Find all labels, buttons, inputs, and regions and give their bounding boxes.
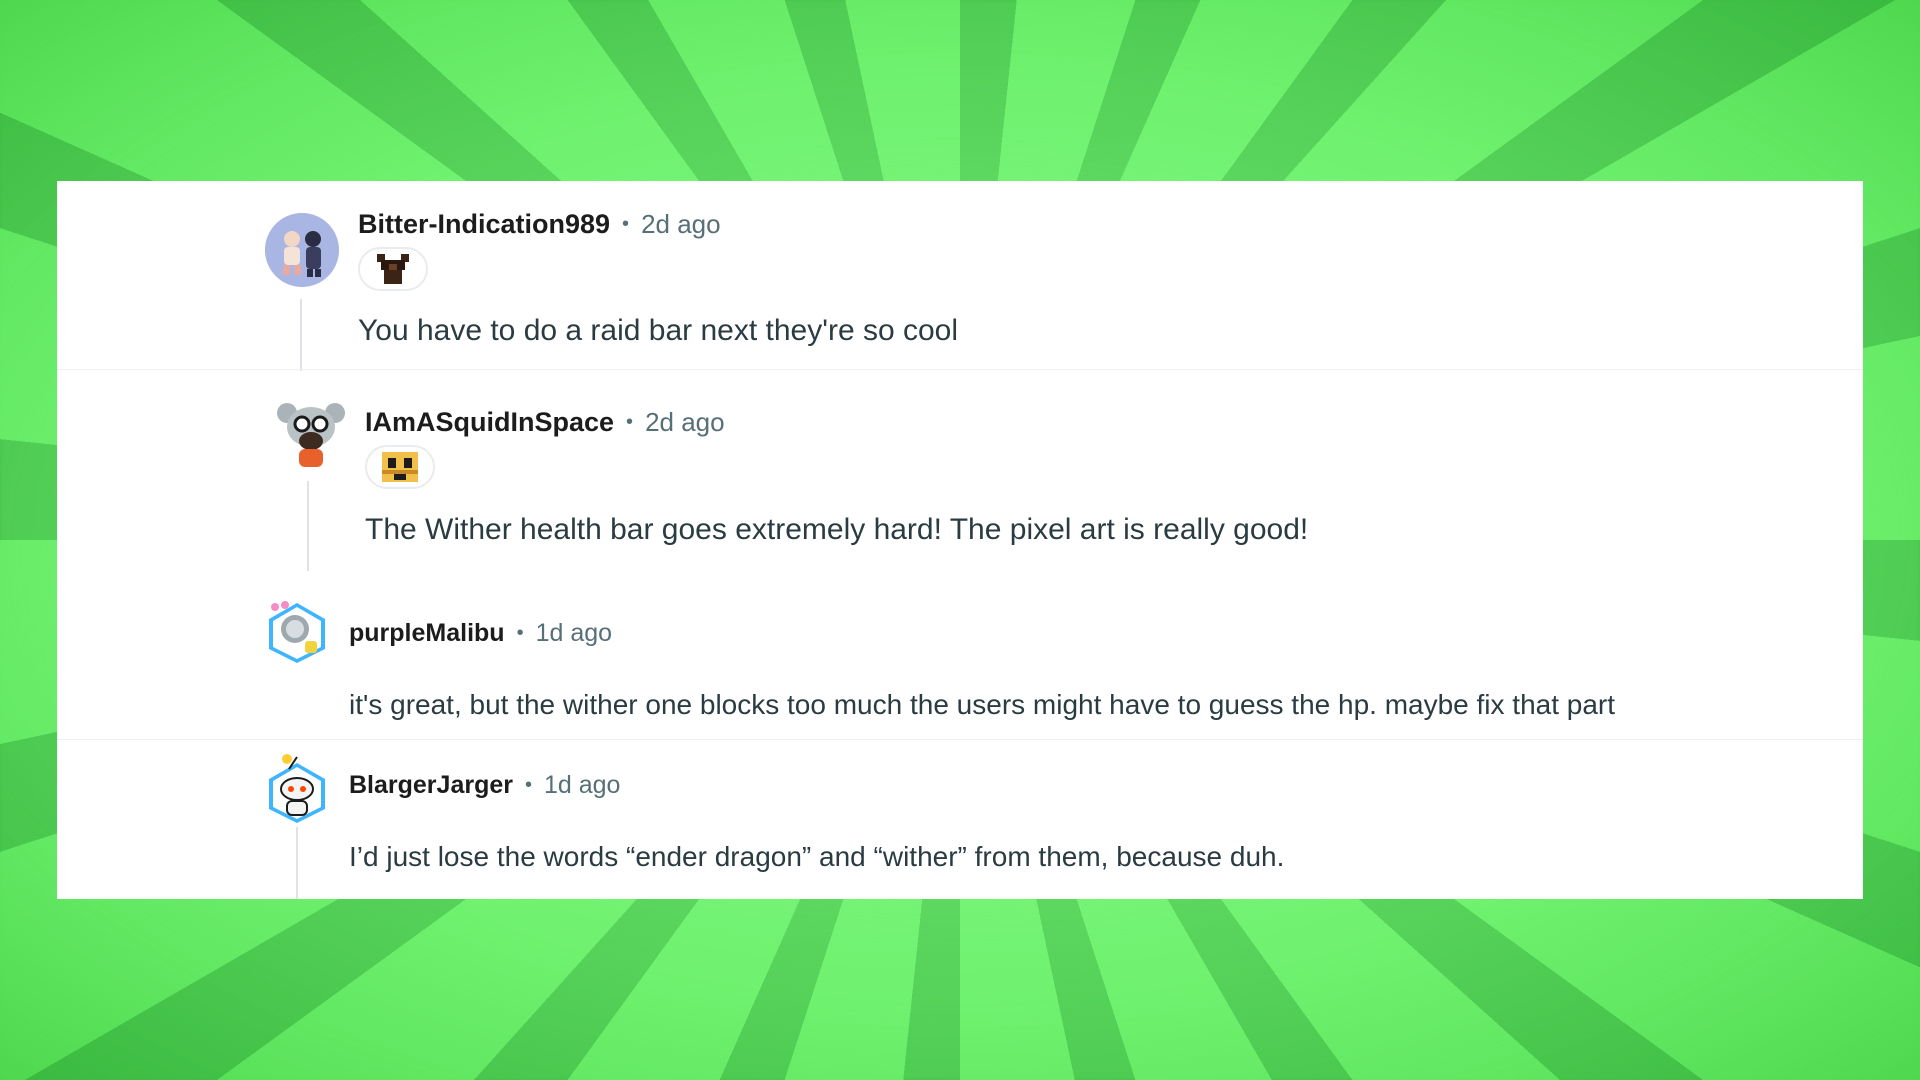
thread-line[interactable] bbox=[300, 299, 302, 371]
meta-separator: • bbox=[626, 411, 634, 433]
author-name[interactable]: BlargerJarger bbox=[349, 771, 513, 800]
avatar-character-icon bbox=[271, 391, 351, 471]
comment-1: Bitter-Indication989 • 2d ago You have t… bbox=[57, 181, 1863, 371]
avatar[interactable] bbox=[265, 213, 339, 287]
timestamp[interactable]: 2d ago bbox=[641, 209, 721, 240]
thread-line[interactable] bbox=[307, 481, 309, 571]
comment-text: I’d just lose the words “ender dragon” a… bbox=[349, 841, 1285, 872]
comment-meta: BlargerJarger • 1d ago bbox=[349, 771, 620, 800]
comment-meta: purpleMalibu • 1d ago bbox=[349, 619, 612, 648]
comment-meta: Bitter-Indication989 • 2d ago bbox=[358, 209, 721, 240]
comment-text: The Wither health bar goes extremely har… bbox=[365, 513, 1309, 546]
meta-separator: • bbox=[622, 213, 630, 235]
thread-line[interactable] bbox=[296, 827, 298, 899]
timestamp[interactable]: 2d ago bbox=[645, 407, 725, 438]
author-name[interactable]: purpleMalibu bbox=[349, 619, 505, 648]
meta-separator: • bbox=[524, 774, 532, 796]
user-flair bbox=[365, 445, 435, 489]
dark-armor-flair-icon bbox=[377, 254, 409, 284]
comment-2: IAmASquidInSpace • 2d ago The Wither hea… bbox=[57, 371, 1863, 571]
comments-card: Bitter-Indication989 • 2d ago You have t… bbox=[57, 181, 1863, 899]
avatar-character-icon bbox=[269, 754, 325, 823]
author-name[interactable]: IAmASquidInSpace bbox=[365, 407, 614, 438]
comment-4: BlargerJarger • 1d ago I’d just lose the… bbox=[57, 739, 1863, 899]
user-flair bbox=[358, 247, 428, 291]
avatar[interactable] bbox=[271, 391, 351, 471]
bee-flair-icon bbox=[382, 452, 418, 482]
avatar-character-icon bbox=[269, 601, 325, 663]
comment-3: purpleMalibu • 1d ago it's great, but th… bbox=[57, 581, 1863, 739]
avatar[interactable] bbox=[265, 753, 329, 825]
author-name[interactable]: Bitter-Indication989 bbox=[358, 209, 610, 240]
timestamp[interactable]: 1d ago bbox=[544, 771, 620, 800]
meta-separator: • bbox=[516, 622, 524, 644]
comment-meta: IAmASquidInSpace • 2d ago bbox=[365, 407, 725, 438]
avatar[interactable] bbox=[265, 601, 329, 665]
avatar-character-icon bbox=[265, 213, 339, 287]
comment-text: You have to do a raid bar next they're s… bbox=[358, 314, 959, 347]
divider bbox=[57, 369, 1863, 370]
comment-text: it's great, but the wither one blocks to… bbox=[349, 689, 1616, 720]
timestamp[interactable]: 1d ago bbox=[536, 619, 612, 648]
